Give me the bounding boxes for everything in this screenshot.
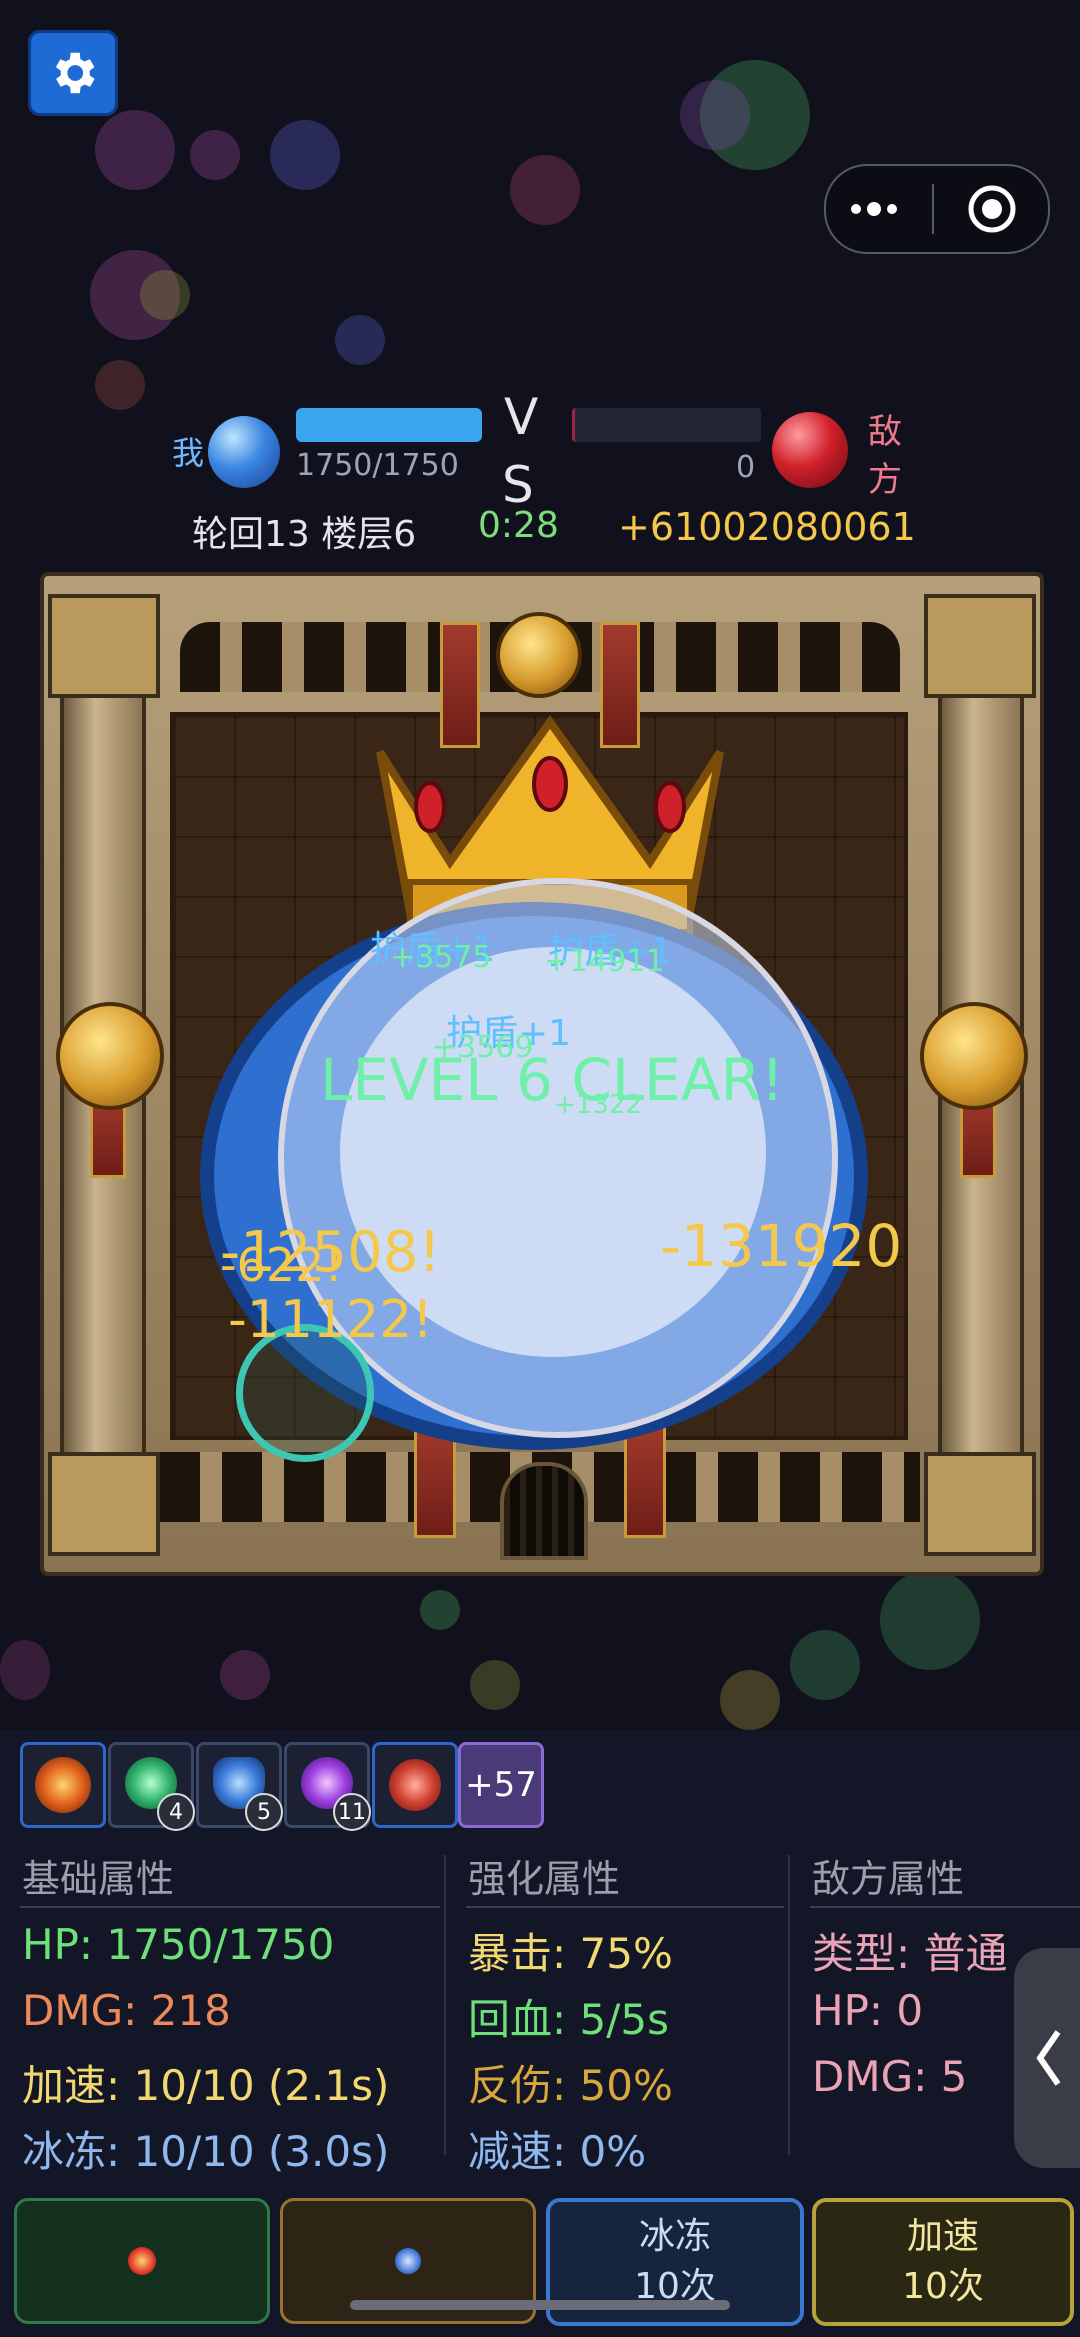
skill-stack-badge: 11	[333, 1793, 371, 1831]
player-label: 我	[172, 434, 205, 472]
divider	[466, 1906, 784, 1908]
stat-dmg: DMG: 218	[22, 1986, 231, 2035]
divider	[810, 1906, 1080, 1908]
skill-slot-vortex[interactable]	[372, 1742, 458, 1828]
stat-reflect: 反伤: 50%	[468, 2061, 673, 2110]
red-vortex-icon	[389, 1759, 441, 1811]
bomb-icon	[128, 2247, 156, 2275]
player-orb	[208, 416, 280, 488]
home-indicator	[350, 2300, 730, 2310]
stat-regen: 回血: 5/5s	[468, 1995, 669, 2044]
enemy-hp: HP: 0	[812, 1986, 924, 2035]
mini-program-capsule	[824, 164, 1050, 254]
fire-bomb-button[interactable]	[14, 2198, 270, 2324]
player-hp-text: 1750/1750	[296, 448, 459, 483]
skill-stack-badge: 4	[157, 1793, 195, 1831]
heal-text: +1322	[554, 1090, 642, 1120]
stat-slow: 减速: 0%	[468, 2127, 647, 2176]
enemy-label-line1: 敌	[868, 412, 902, 452]
haste-button-count: 10次	[902, 2266, 984, 2307]
bokeh-light	[140, 270, 190, 320]
haste-button[interactable]: 加速 10次	[812, 2198, 1074, 2326]
heal-text: +14911	[544, 944, 665, 979]
enemy-dmg: DMG: 5	[812, 2052, 968, 2101]
banner	[624, 1422, 666, 1538]
bokeh-light	[0, 1640, 50, 1700]
bokeh-light	[470, 1660, 520, 1710]
stat-freeze: 冰冻: 10/10 (3.0s)	[22, 2127, 390, 2176]
more-button[interactable]	[826, 166, 922, 252]
enemy-label-line2: 方	[868, 460, 902, 500]
side-drawer-tab[interactable]	[1014, 1948, 1080, 2168]
settings-button[interactable]	[28, 30, 118, 116]
heal-text: +3575	[390, 940, 492, 975]
damage-text-clip: -131920	[660, 1212, 900, 1292]
bokeh-light	[680, 80, 750, 150]
close-button[interactable]	[944, 166, 1040, 252]
skill-slot-arcane[interactable]: 11	[284, 1742, 371, 1831]
player-hp-bar	[296, 408, 482, 442]
stat-hp: HP: 1750/1750	[22, 1920, 335, 1969]
fire-swirl-icon	[35, 1757, 91, 1813]
bokeh-light	[790, 1630, 860, 1700]
timer-text: 0:28	[478, 505, 559, 546]
bokeh-light	[220, 1650, 270, 1700]
bokeh-light	[270, 120, 340, 190]
corner-block	[48, 594, 160, 698]
enhance-stats-title: 强化属性	[468, 1857, 621, 1901]
vs-letter-v: V	[504, 388, 539, 446]
bokeh-light	[420, 1590, 460, 1630]
score-text: +61002080061	[618, 505, 916, 549]
skill-slot-fire[interactable]	[20, 1742, 106, 1828]
skill-stack-badge: 5	[245, 1793, 283, 1831]
damage-text: -131920	[660, 1212, 900, 1280]
bokeh-light	[335, 315, 385, 365]
haste-button-label: 加速	[906, 2216, 979, 2257]
bokeh-light	[95, 360, 145, 410]
enemy-hp-value: 0	[736, 450, 756, 485]
enemy-orb	[772, 412, 848, 488]
more-dots-icon	[851, 202, 897, 216]
enemy-type: 类型: 普通	[812, 1929, 1008, 1978]
bokeh-light	[880, 1570, 980, 1670]
skill-slot-shield[interactable]: 5	[196, 1742, 283, 1831]
top-shield	[496, 612, 582, 698]
damage-text: -11122!	[228, 1290, 434, 1350]
bokeh-light	[190, 130, 240, 180]
divider	[20, 1906, 440, 1908]
target-close-icon	[968, 185, 1016, 233]
level-clear-text: LEVEL 6 CLEAR!	[320, 1046, 785, 1114]
portcullis-gate	[500, 1462, 588, 1560]
enemy-stats-title: 敌方属性	[812, 1857, 965, 1901]
stat-haste: 加速: 10/10 (2.1s)	[22, 2061, 390, 2110]
round-floor-text: 轮回13 楼层6	[192, 514, 417, 555]
bokeh-light	[95, 110, 175, 190]
corner-block	[924, 1452, 1036, 1556]
bokeh-light	[720, 1670, 780, 1730]
freeze-button-label: 冰冻	[638, 2216, 711, 2257]
left-shield	[56, 1002, 164, 1110]
skill-slot-heal[interactable]: 4	[108, 1742, 195, 1831]
more-skills-button[interactable]: +57	[458, 1742, 544, 1828]
corner-block	[924, 594, 1036, 698]
right-shield	[920, 1002, 1028, 1110]
column-separator	[788, 1855, 790, 2155]
chevron-left-icon	[1036, 2030, 1061, 2086]
base-stats-title: 基础属性	[22, 1857, 175, 1901]
gear-icon	[55, 52, 95, 94]
damage-text: -622!	[220, 1238, 343, 1292]
enemy-hp-bar	[572, 408, 761, 442]
capsule-divider	[932, 184, 934, 234]
arena: 护盾+1 +3575 护盾+1 +14911 护盾+1 +3569 LEVEL …	[40, 572, 1044, 1576]
orb-icon	[395, 2248, 421, 2274]
corner-block	[48, 1452, 160, 1556]
bokeh-light	[510, 155, 580, 225]
column-separator	[444, 1855, 446, 2155]
stat-crit: 暴击: 75%	[468, 1929, 673, 1978]
